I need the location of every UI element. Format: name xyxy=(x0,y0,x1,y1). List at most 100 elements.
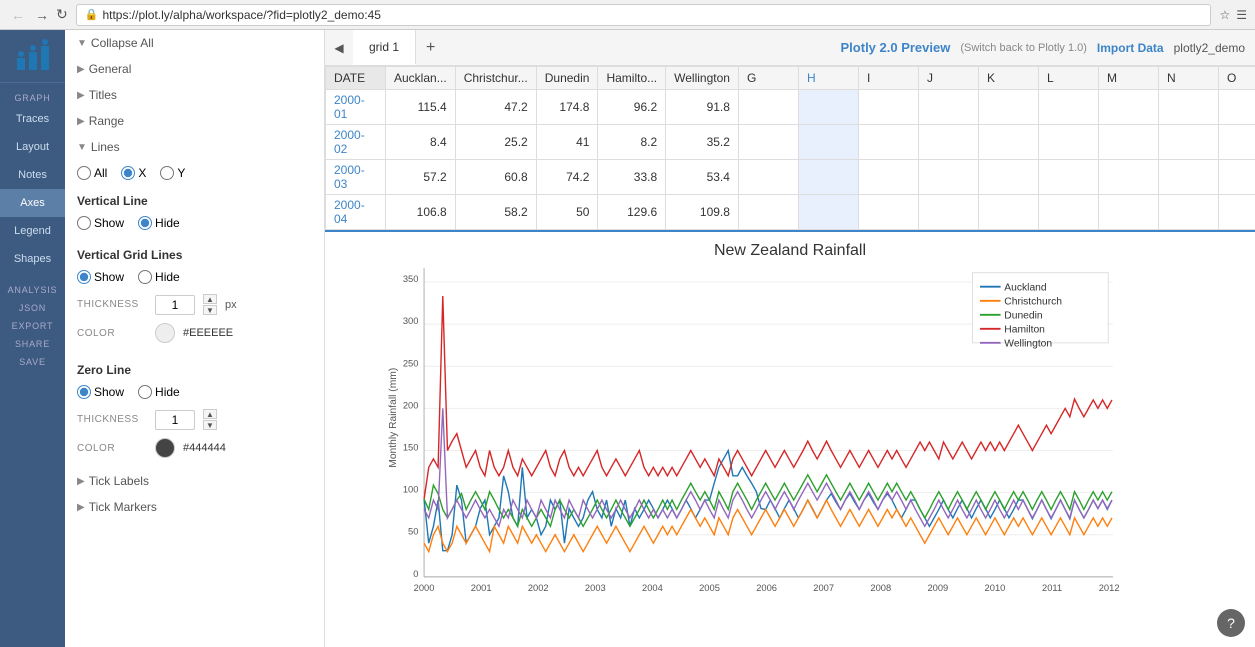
lines-section-toggle[interactable]: ▼ Lines xyxy=(65,134,324,160)
cell-o-4[interactable] xyxy=(1218,195,1255,230)
chart-container[interactable]: Monthly Rainfall (mm) 0 50 100 150 200 2… xyxy=(335,268,1245,633)
collapse-all-button[interactable]: ▼ Collapse All xyxy=(65,30,324,56)
tab-prev-button[interactable]: ◀ xyxy=(325,30,353,65)
date-link-3[interactable]: 2000-03 xyxy=(334,163,365,191)
date-link-1[interactable]: 2000-01 xyxy=(334,93,365,121)
cell-christchurch-4[interactable]: 58.2 xyxy=(455,195,536,230)
cell-g-2[interactable] xyxy=(738,125,798,160)
axis-x-option[interactable]: X xyxy=(121,166,146,180)
cell-auckland-1[interactable]: 115.4 xyxy=(386,90,456,125)
sidebar-item-traces[interactable]: Traces xyxy=(0,105,65,133)
cell-k-3[interactable] xyxy=(978,160,1038,195)
vgrid-color-swatch[interactable] xyxy=(155,323,175,343)
cell-m-2[interactable] xyxy=(1098,125,1158,160)
date-link-4[interactable]: 2000-04 xyxy=(334,198,365,226)
bookmark-icon[interactable]: ☆ xyxy=(1219,8,1230,22)
vgrid-hide-radio[interactable] xyxy=(138,270,152,284)
cell-dunedin-4[interactable]: 50 xyxy=(536,195,598,230)
export-section-label[interactable]: EXPORT xyxy=(0,315,65,333)
cell-hamilton-1[interactable]: 96.2 xyxy=(598,90,666,125)
cell-date-3[interactable]: 2000-03 xyxy=(326,160,386,195)
cell-h-1[interactable] xyxy=(798,90,858,125)
cell-i-1[interactable] xyxy=(858,90,918,125)
cell-date-2[interactable]: 2000-02 xyxy=(326,125,386,160)
axis-y-option[interactable]: Y xyxy=(160,166,185,180)
col-header-christchurch[interactable]: Christchur... xyxy=(455,67,536,90)
cell-k-2[interactable] xyxy=(978,125,1038,160)
cell-hamilton-3[interactable]: 33.8 xyxy=(598,160,666,195)
vertical-line-hide[interactable]: Hide xyxy=(138,216,180,230)
col-header-n[interactable]: N xyxy=(1158,67,1218,90)
range-section-toggle[interactable]: ▶ Range xyxy=(65,108,324,134)
tab-add-button[interactable]: + xyxy=(416,30,445,65)
cell-hamilton-2[interactable]: 8.2 xyxy=(598,125,666,160)
cell-g-3[interactable] xyxy=(738,160,798,195)
cell-n-3[interactable] xyxy=(1158,160,1218,195)
sidebar-item-shapes[interactable]: Shapes xyxy=(0,245,65,273)
date-link-2[interactable]: 2000-02 xyxy=(334,128,365,156)
cell-i-4[interactable] xyxy=(858,195,918,230)
axis-y-radio[interactable] xyxy=(160,166,174,180)
cell-dunedin-1[interactable]: 174.8 xyxy=(536,90,598,125)
cell-christchurch-2[interactable]: 25.2 xyxy=(455,125,536,160)
forward-button[interactable]: → xyxy=(32,5,52,25)
vgrid-thickness-up[interactable]: ▲ xyxy=(203,294,217,304)
axis-all-option[interactable]: All xyxy=(77,166,107,180)
cell-wellington-1[interactable]: 91.8 xyxy=(666,90,739,125)
cell-n-2[interactable] xyxy=(1158,125,1218,160)
cell-l-2[interactable] xyxy=(1038,125,1098,160)
cell-h-3[interactable] xyxy=(798,160,858,195)
cell-m-1[interactable] xyxy=(1098,90,1158,125)
zeroline-thickness-input[interactable] xyxy=(155,410,195,430)
cell-wellington-3[interactable]: 53.4 xyxy=(666,160,739,195)
cell-h-4[interactable] xyxy=(798,195,858,230)
cell-auckland-2[interactable]: 8.4 xyxy=(386,125,456,160)
col-header-auckland[interactable]: Aucklan... xyxy=(386,67,456,90)
switch-back-link[interactable]: (Switch back to Plotly 1.0) xyxy=(960,42,1087,54)
refresh-button[interactable]: ↻ xyxy=(56,5,68,25)
save-section-label[interactable]: SAVE xyxy=(0,351,65,369)
vgrid-show[interactable]: Show xyxy=(77,270,124,284)
col-header-dunedin[interactable]: Dunedin xyxy=(536,67,598,90)
col-header-k[interactable]: K xyxy=(978,67,1038,90)
col-header-h[interactable]: H xyxy=(798,67,858,90)
sidebar-item-layout[interactable]: Layout xyxy=(0,133,65,161)
menu-icon[interactable]: ☰ xyxy=(1236,8,1247,22)
cell-m-3[interactable] xyxy=(1098,160,1158,195)
cell-auckland-3[interactable]: 57.2 xyxy=(386,160,456,195)
cell-i-2[interactable] xyxy=(858,125,918,160)
cell-o-3[interactable] xyxy=(1218,160,1255,195)
general-section-toggle[interactable]: ▶ General xyxy=(65,56,324,82)
vertical-line-show-radio[interactable] xyxy=(77,216,91,230)
cell-j-4[interactable] xyxy=(918,195,978,230)
cell-o-2[interactable] xyxy=(1218,125,1255,160)
tab-grid1[interactable]: grid 1 xyxy=(353,30,416,65)
cell-k-4[interactable] xyxy=(978,195,1038,230)
cell-christchurch-3[interactable]: 60.8 xyxy=(455,160,536,195)
sidebar-item-notes[interactable]: Notes xyxy=(0,161,65,189)
col-header-l[interactable]: L xyxy=(1038,67,1098,90)
cell-auckland-4[interactable]: 106.8 xyxy=(386,195,456,230)
col-header-m[interactable]: M xyxy=(1098,67,1158,90)
zeroline-thickness-down[interactable]: ▼ xyxy=(203,420,217,430)
vgrid-show-radio[interactable] xyxy=(77,270,91,284)
cell-wellington-2[interactable]: 35.2 xyxy=(666,125,739,160)
zeroline-color-swatch[interactable] xyxy=(155,438,175,458)
titles-section-toggle[interactable]: ▶ Titles xyxy=(65,82,324,108)
col-header-j[interactable]: J xyxy=(918,67,978,90)
cell-christchurch-1[interactable]: 47.2 xyxy=(455,90,536,125)
zeroline-hide[interactable]: Hide xyxy=(138,385,180,399)
col-header-o[interactable]: O xyxy=(1218,67,1255,90)
json-section-label[interactable]: JSON xyxy=(0,297,65,315)
cell-j-1[interactable] xyxy=(918,90,978,125)
zeroline-hide-radio[interactable] xyxy=(138,385,152,399)
back-button[interactable]: ← xyxy=(8,5,28,25)
cell-j-2[interactable] xyxy=(918,125,978,160)
axis-x-radio[interactable] xyxy=(121,166,135,180)
cell-dunedin-3[interactable]: 74.2 xyxy=(536,160,598,195)
cell-l-3[interactable] xyxy=(1038,160,1098,195)
cell-g-4[interactable] xyxy=(738,195,798,230)
cell-l-1[interactable] xyxy=(1038,90,1098,125)
vertical-line-show[interactable]: Show xyxy=(77,216,124,230)
cell-m-4[interactable] xyxy=(1098,195,1158,230)
